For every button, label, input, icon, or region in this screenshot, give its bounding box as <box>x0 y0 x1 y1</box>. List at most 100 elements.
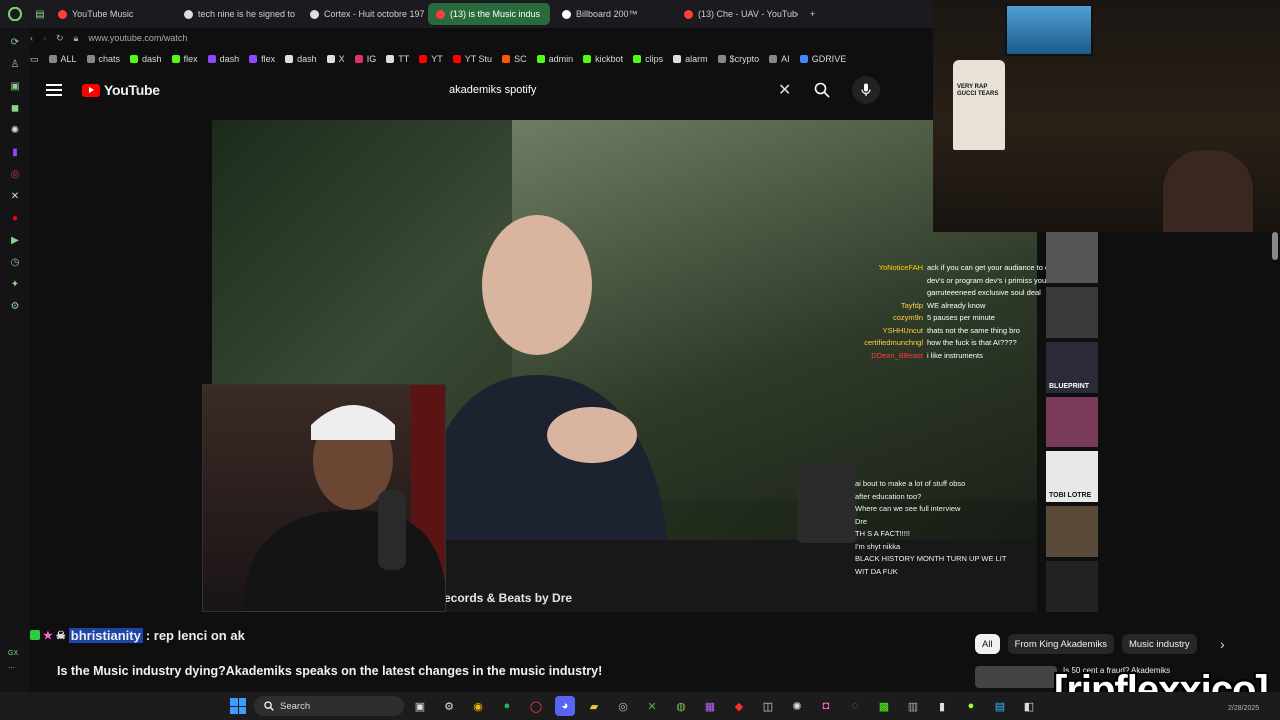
bookmark-item[interactable]: chats <box>86 54 120 64</box>
bookmark-item[interactable]: YT Stu <box>452 54 492 64</box>
opera-logo-icon[interactable] <box>0 7 30 21</box>
bookmark-item[interactable]: flex <box>249 54 275 64</box>
youtube-icon[interactable]: ● <box>9 212 21 224</box>
dash-icon[interactable]: ◼ <box>9 102 21 114</box>
chevron-right-icon[interactable]: › <box>1220 636 1225 652</box>
app-red-icon[interactable]: ◆ <box>729 696 749 716</box>
wallet-icon[interactable]: ♙ <box>9 58 21 70</box>
related-thumbnail[interactable]: TOBI LOTRE <box>1046 451 1098 503</box>
kick-icon[interactable]: ▣ <box>9 80 21 92</box>
instagram-icon[interactable]: ◎ <box>9 168 21 180</box>
hamburger-menu-icon[interactable] <box>46 84 62 96</box>
bookmark-item[interactable]: ALL <box>48 54 77 64</box>
filter-chip[interactable]: All <box>975 634 1000 654</box>
related-thumbnail[interactable] <box>1046 561 1098 613</box>
chrome-icon[interactable]: ◉ <box>468 696 488 716</box>
bookmark-icon <box>502 55 511 63</box>
related-thumbnail[interactable] <box>1046 396 1098 448</box>
refresh-icon[interactable]: ⟳ <box>9 36 21 48</box>
browser-tab[interactable]: tech nine is he signed to a <box>176 3 298 25</box>
windows-taskbar: Search ▣ ⚙ ◉ ● ◯ ◕ ▰ ◎ ✕ ◍ ▦ ◆ ◫ ✺ ◘ ◌ ▩… <box>0 692 1280 720</box>
forward-icon[interactable]: › <box>43 33 46 43</box>
browser-tab[interactable]: (13) is the Music indus <box>428 3 550 25</box>
lock-icon: 🔒︎ <box>73 32 79 43</box>
browser-tab[interactable]: (13) Che - UAV - YouTube <box>676 3 798 25</box>
back-icon[interactable]: ‹ <box>30 33 33 43</box>
filter-chip[interactable]: Music industry <box>1121 634 1197 654</box>
app-green-icon[interactable]: ◍ <box>671 696 691 716</box>
app-lime-icon[interactable]: ● <box>961 696 981 716</box>
skull-icon: ☠ <box>55 629 66 642</box>
player-icon[interactable]: ▶ <box>9 234 21 246</box>
opera-gx-icon[interactable]: ◯ <box>526 696 546 716</box>
url-field[interactable]: www.youtube.com/watch <box>88 33 187 43</box>
bookmark-item[interactable]: $crypto <box>717 54 759 64</box>
bookmark-item[interactable]: admin <box>536 54 573 64</box>
related-thumbnail[interactable] <box>1046 232 1098 283</box>
bookmark-label: flex <box>183 54 198 64</box>
bookmark-item[interactable]: TT <box>386 54 409 64</box>
chatgpt-icon[interactable]: ✺ <box>787 696 807 716</box>
task-view-icon[interactable]: ▣ <box>410 696 430 716</box>
audio-icon[interactable]: ▮ <box>932 696 952 716</box>
discord-icon[interactable]: ◕ <box>555 696 575 716</box>
chat-row: TH S A FACT!!!!! <box>855 528 1040 541</box>
related-thumbnail[interactable]: BLUEPRINT <box>1046 341 1098 393</box>
bookmark-item[interactable]: YT <box>419 54 443 64</box>
taskbar-search[interactable]: Search <box>254 696 404 716</box>
browser-tab[interactable]: Billboard 200™ <box>554 3 672 25</box>
bookmark-item[interactable]: AI <box>769 54 790 64</box>
x-icon[interactable]: ✕ <box>9 190 21 202</box>
xbox-icon[interactable]: ✕ <box>642 696 662 716</box>
search-button[interactable] <box>808 76 836 104</box>
notepad-icon[interactable]: ▤ <box>990 696 1010 716</box>
twitch-icon[interactable]: ▮ <box>9 146 21 158</box>
tab-menu-icon[interactable]: ▤ <box>30 8 50 20</box>
bookmark-item[interactable]: GDRIVE <box>799 54 846 64</box>
bookmark-icon <box>452 55 461 63</box>
bookmark-folder-icon[interactable]: ▭ <box>30 54 39 65</box>
browser-tab[interactable]: Cortex - Huit octobre 1971 <box>302 3 424 25</box>
app-pink-icon[interactable]: ◘ <box>816 696 836 716</box>
chatgpt-icon[interactable]: ✺ <box>9 124 21 136</box>
bookmark-item[interactable]: IG <box>354 54 376 64</box>
bookmark-item[interactable]: kickbot <box>583 54 623 64</box>
youtube-logo[interactable]: YouTube <box>82 82 160 98</box>
youtube-header: YouTube akademiks spotify ✕ <box>30 72 930 108</box>
voice-search-button[interactable] <box>852 76 880 104</box>
search-input[interactable]: akademiks spotify <box>438 76 798 104</box>
bookmark-item[interactable]: alarm <box>673 54 708 64</box>
history-icon[interactable]: ◷ <box>9 256 21 268</box>
settings-icon[interactable]: ⚙ <box>439 696 459 716</box>
extensions-icon[interactable]: ✦ <box>9 278 21 290</box>
app-grid-icon[interactable]: ▥ <box>903 696 923 716</box>
settings-icon[interactable]: ⚙ <box>9 300 21 312</box>
chat-row: WIT DA FUK <box>855 566 1040 579</box>
file-explorer-icon[interactable]: ▰ <box>584 696 604 716</box>
app-blue-icon[interactable]: ◌ <box>845 696 865 716</box>
windows-start-icon[interactable] <box>230 698 246 714</box>
related-thumbnail[interactable] <box>1046 506 1098 558</box>
spotify-icon[interactable]: ● <box>497 696 517 716</box>
related-thumbnail[interactable] <box>1046 286 1098 338</box>
bookmark-item[interactable]: flex <box>171 54 198 64</box>
app-steam-icon[interactable]: ◫ <box>758 696 778 716</box>
webcam-feed: VERY RAP GUCCI TEARS <box>933 0 1280 232</box>
browser-tab[interactable]: YouTube Music <box>50 3 172 25</box>
app-green2-icon[interactable]: ▩ <box>874 696 894 716</box>
bookmark-item[interactable]: X <box>326 54 345 64</box>
clear-search-icon[interactable]: ✕ <box>778 80 791 100</box>
app-steam2-icon[interactable]: ◧ <box>1019 696 1039 716</box>
bookmark-icon <box>799 55 808 63</box>
new-tab-button[interactable]: + <box>802 3 823 25</box>
obs-icon[interactable]: ◎ <box>613 696 633 716</box>
app-purple-icon[interactable]: ▦ <box>700 696 720 716</box>
filter-chip[interactable]: From King Akademiks <box>1007 634 1114 654</box>
reload-icon[interactable]: ↻ <box>56 33 64 44</box>
page-scrollbar[interactable] <box>1272 232 1278 260</box>
bookmark-item[interactable]: dash <box>285 54 317 64</box>
bookmark-item[interactable]: dash <box>207 54 239 64</box>
bookmark-item[interactable]: dash <box>130 54 162 64</box>
bookmark-item[interactable]: clips <box>633 54 663 64</box>
bookmark-item[interactable]: SC <box>502 54 527 64</box>
